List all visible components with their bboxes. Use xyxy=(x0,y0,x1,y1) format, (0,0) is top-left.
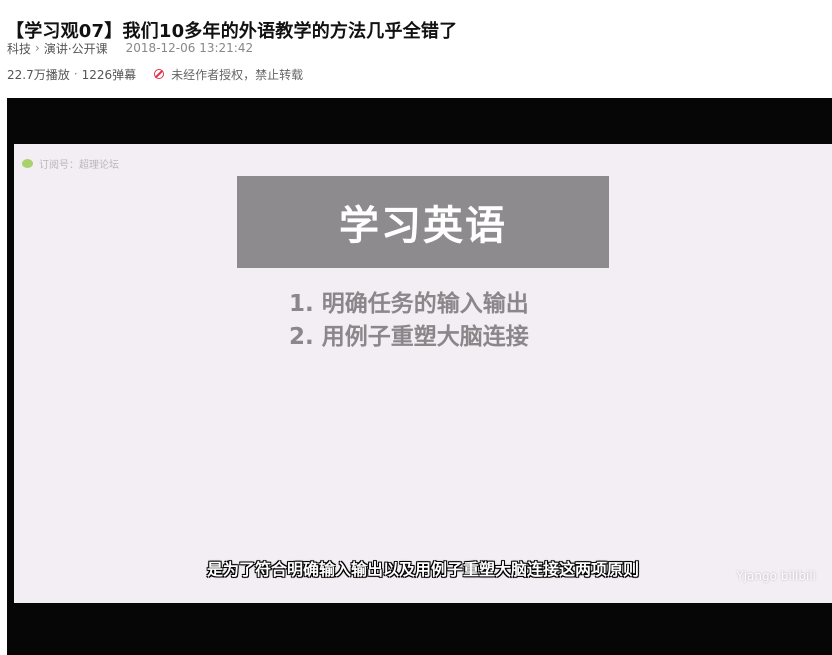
account-watermark-text: 订阅号：超理论坛 xyxy=(39,160,119,171)
slide-title-box: 学习英语 xyxy=(237,176,609,268)
danmaku-count: 1226弹幕 xyxy=(81,67,137,82)
video-frame[interactable]: 订阅号：超理论坛 学习英语 1. 明确任务的输入输出 2. 用例子重塑大脑连接 … xyxy=(14,144,832,603)
slide-points: 1. 明确任务的输入输出 2. 用例子重塑大脑连接 xyxy=(289,288,529,354)
subcategory-link[interactable]: 演讲·公开课 xyxy=(44,40,108,57)
category-link[interactable]: 科技 xyxy=(7,40,31,57)
stats-separator: · xyxy=(73,67,78,81)
slide-point: 2. 用例子重塑大脑连接 xyxy=(289,324,529,350)
copyright-notice-text: 未经作者授权，禁止转载 xyxy=(171,67,304,82)
chevron-right-icon: › xyxy=(35,41,40,55)
wechat-icon xyxy=(22,159,33,168)
video-stats: 22.7万播放 · 1226弹幕 未经作者授权，禁止转载 xyxy=(7,66,303,82)
slide-title: 学习英语 xyxy=(339,203,507,249)
ban-icon xyxy=(154,69,165,79)
video-meta: 科技 › 演讲·公开课 2018-12-06 13:21:42 xyxy=(7,40,253,56)
slide-point: 1. 明确任务的输入输出 xyxy=(289,291,529,317)
account-watermark: 订阅号：超理论坛 xyxy=(22,156,119,171)
copyright-notice: 未经作者授权，禁止转载 xyxy=(154,66,303,83)
publish-date: 2018-12-06 13:21:42 xyxy=(125,41,254,55)
bilibili-watermark: Yjango bilibili xyxy=(736,569,816,583)
video-player[interactable]: 订阅号：超理论坛 学习英语 1. 明确任务的输入输出 2. 用例子重塑大脑连接 … xyxy=(7,98,832,655)
video-subtitle: 是为了符合明确输入输出以及用例子重塑大脑连接这两项原则 xyxy=(206,560,639,579)
play-count: 22.7万播放 xyxy=(7,67,70,82)
